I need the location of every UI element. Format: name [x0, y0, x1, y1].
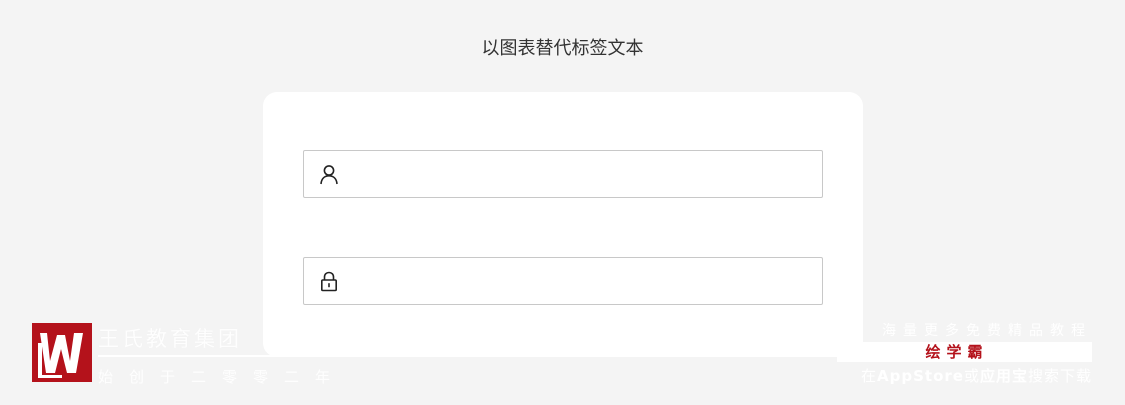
password-input[interactable] [352, 258, 812, 304]
watermark-yyb: 应用宝 [979, 367, 1028, 385]
watermark-download-text: 在AppStore或应用宝搜索下载 [861, 365, 1092, 386]
watermark-right: 海量更多免费精品教程 绘学霸 在AppStore或应用宝搜索下载 [832, 320, 1092, 386]
watermark-download-suffix: 搜索下载 [1027, 367, 1092, 385]
login-card [263, 92, 863, 357]
watermark-brand: 绘学霸 [925, 343, 989, 361]
password-field[interactable] [303, 257, 823, 305]
watermark-promo-text: 海量更多免费精品教程 [882, 323, 1092, 339]
watermark-download-prefix: 在 [861, 367, 878, 385]
page-title: 以图表替代标签文本 [481, 38, 644, 59]
watermark-download-or: 或 [963, 367, 980, 385]
watermark-title: 王氏教育集团 [98, 327, 242, 351]
watermark-appstore: AppStore [877, 367, 964, 385]
username-field[interactable] [303, 150, 823, 198]
lock-icon [318, 270, 340, 292]
watermark-logo [32, 323, 92, 382]
w-logo-icon [38, 333, 83, 378]
watermark-subtitle: 始创于二零零二年 [98, 368, 347, 386]
username-input[interactable] [352, 151, 812, 197]
user-icon [318, 163, 340, 185]
